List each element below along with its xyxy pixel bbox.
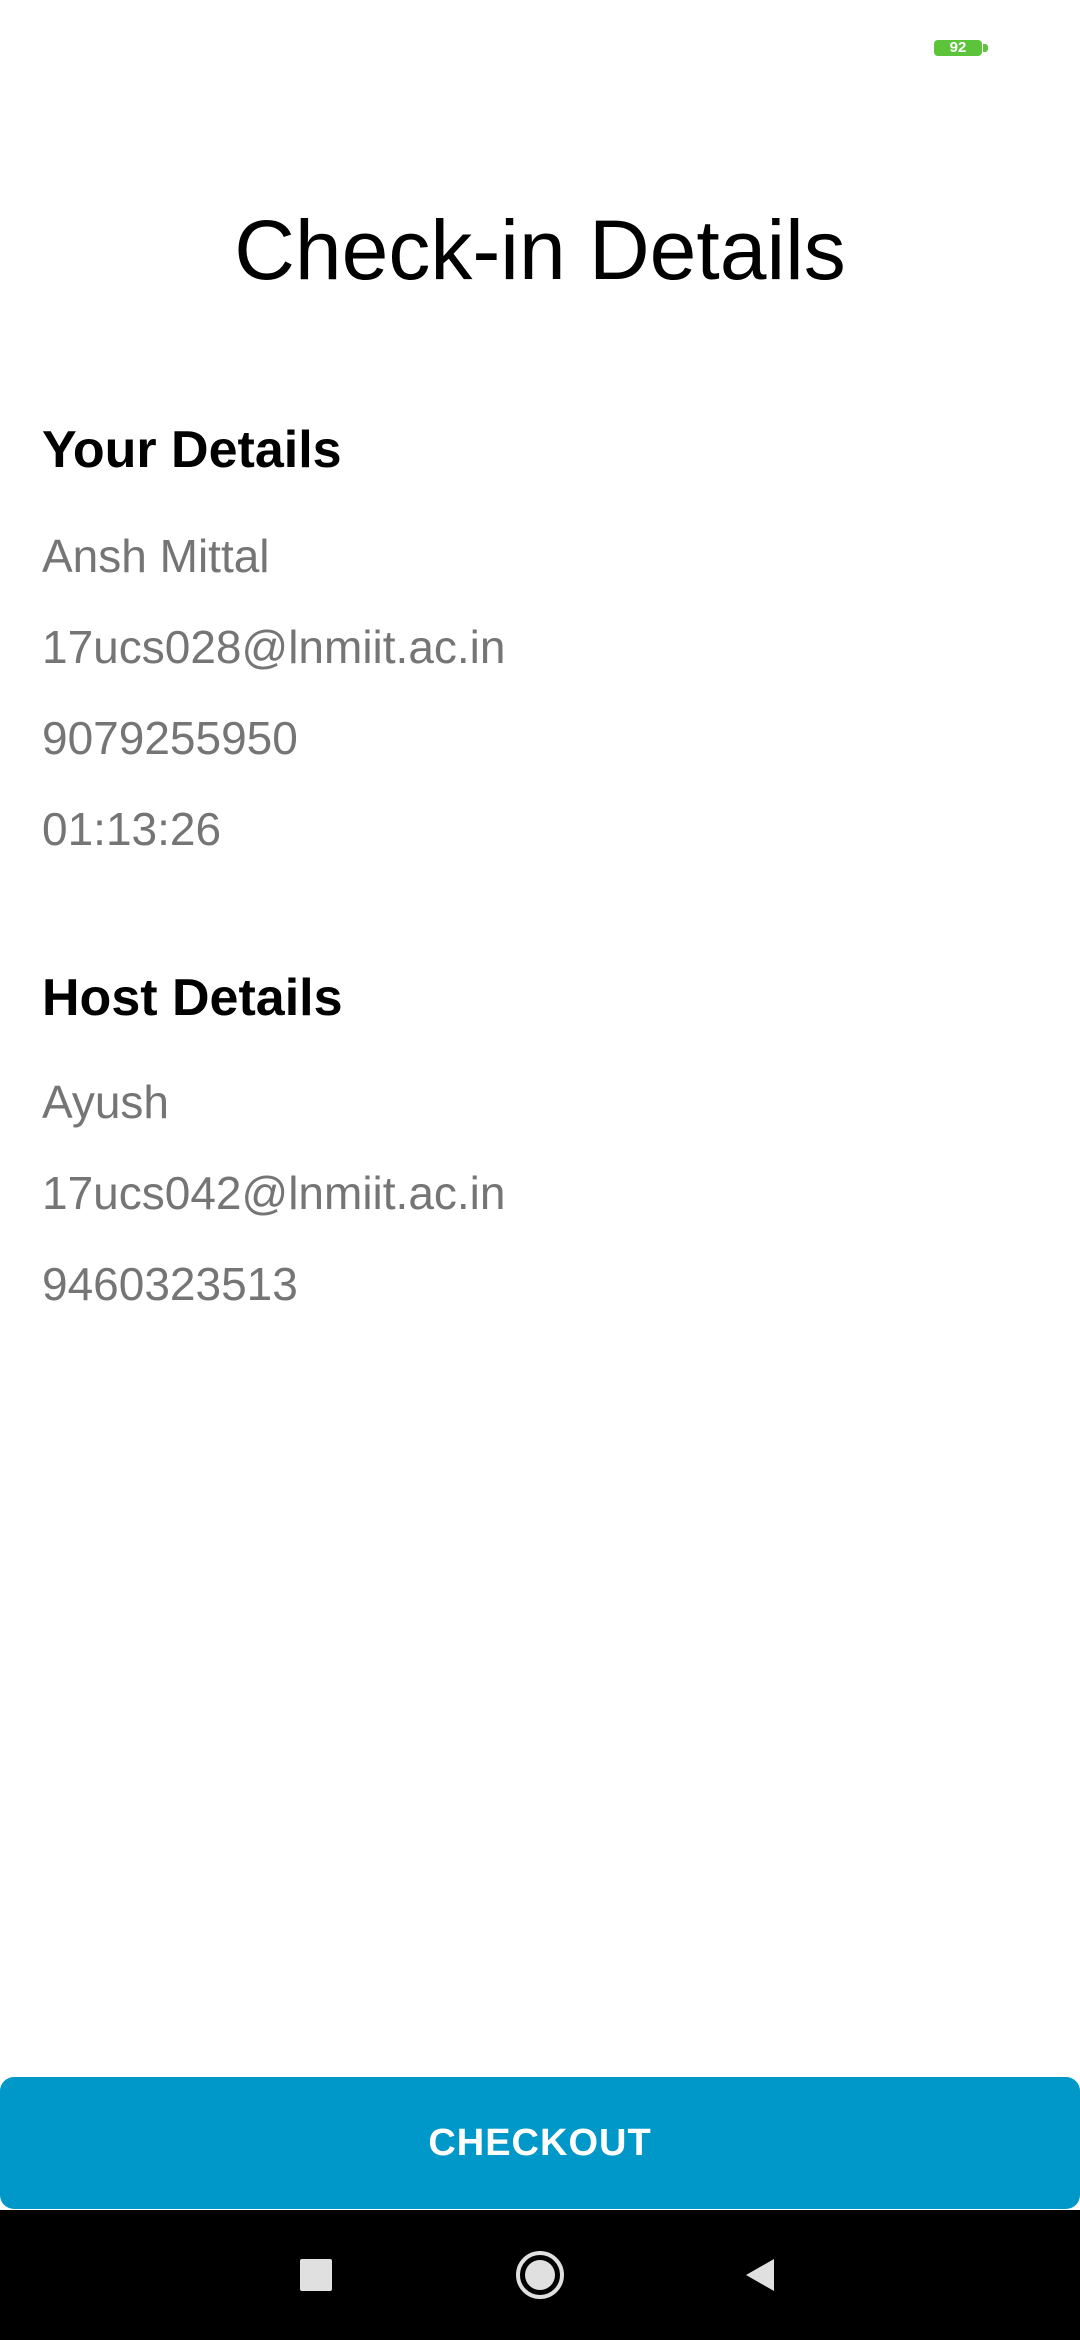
circle-icon <box>516 2251 564 2299</box>
host-name: Ayush <box>42 1076 170 1128</box>
your-details-list: Ansh Mittal 17ucs028@lnmiit.ac.in 907925… <box>42 511 1042 875</box>
host-phone: 9460323513 <box>42 1258 298 1310</box>
visitor-email: 17ucs028@lnmiit.ac.in <box>42 621 506 673</box>
home-button[interactable] <box>480 2210 600 2340</box>
navigation-bar <box>0 2210 1080 2340</box>
back-button[interactable] <box>700 2210 820 2340</box>
host-details-section: Host Details Ayush 17ucs042@lnmiit.ac.in… <box>42 966 1042 1330</box>
checkout-button[interactable]: CHECKOUT <box>0 2077 1080 2209</box>
recents-button[interactable] <box>256 2210 376 2340</box>
status-bar: 92 <box>0 0 1080 96</box>
square-icon <box>300 2259 332 2291</box>
your-details-section: Your Details Ansh Mittal 17ucs028@lnmiit… <box>42 418 1042 875</box>
visitor-phone: 9079255950 <box>42 712 298 764</box>
battery-icon: 92 <box>934 39 988 56</box>
battery-level: 92 <box>949 39 967 56</box>
visitor-name: Ansh Mittal <box>42 530 270 582</box>
host-details-heading: Host Details <box>42 969 343 1027</box>
host-email: 17ucs042@lnmiit.ac.in <box>42 1167 506 1219</box>
triangle-back-icon <box>746 2259 774 2291</box>
checkin-time: 01:13:26 <box>42 803 222 855</box>
checkin-details-screen: 92 Check-in Details Your Details Ansh Mi… <box>0 0 1080 2340</box>
your-details-heading: Your Details <box>42 421 342 479</box>
host-details-list: Ayush 17ucs042@lnmiit.ac.in 9460323513 <box>42 1057 1042 1330</box>
page-title: Check-in Details <box>234 203 846 297</box>
